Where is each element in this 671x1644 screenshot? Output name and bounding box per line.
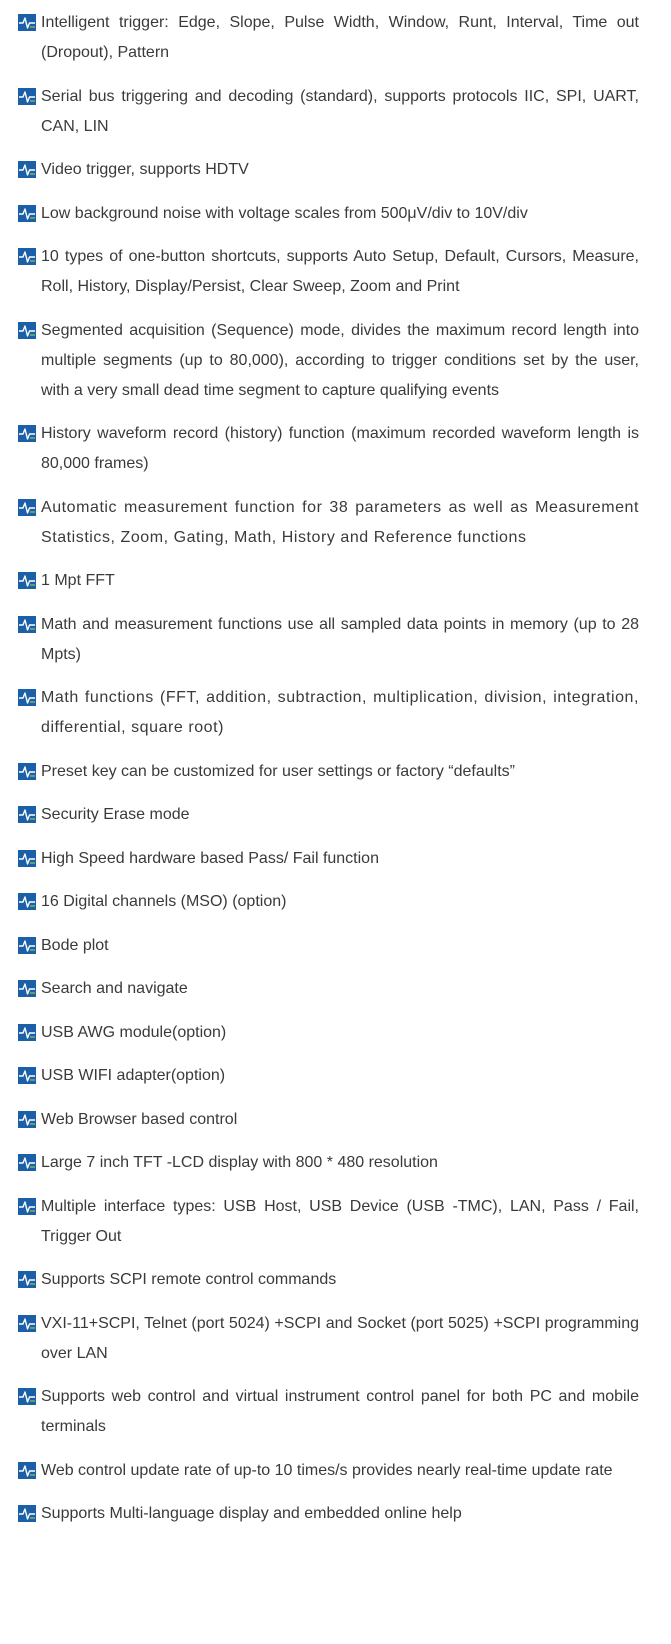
oscilloscope-wave-icon: [18, 14, 36, 31]
feature-item: History waveform record (history) functi…: [18, 419, 639, 479]
oscilloscope-wave-icon: [18, 806, 36, 823]
feature-text: Low background noise with voltage scales…: [41, 204, 528, 222]
feature-item: USB WIFI adapter(option): [18, 1061, 639, 1091]
feature-item: Automatic measurement function for 38 pa…: [18, 493, 639, 553]
feature-item: Low background noise with voltage scales…: [18, 199, 639, 229]
feature-text: Video trigger, supports HDTV: [41, 161, 249, 178]
oscilloscope-wave-icon: [18, 1314, 36, 1332]
feature-text: VXI-11+SCPI, Telnet (port 5024) +SCPI an…: [41, 1314, 639, 1362]
feature-item: Supports web control and virtual instrum…: [18, 1382, 639, 1442]
feature-item: Search and navigate: [18, 974, 639, 1004]
feature-text: USB AWG module(option): [41, 1023, 227, 1041]
feature-text: Security Erase mode: [41, 806, 190, 823]
feature-item: 1 Mpt FFT: [18, 566, 639, 596]
oscilloscope-wave-icon: [18, 1388, 36, 1405]
feature-text: Web Browser based control: [41, 1110, 238, 1128]
oscilloscope-wave-icon: [18, 849, 36, 867]
feature-text: Supports Multi-language display and embe…: [41, 1505, 462, 1522]
feature-text: 1 Mpt FFT: [41, 572, 115, 589]
feature-item: 10 types of one-button shortcuts, suppor…: [18, 242, 639, 302]
feature-text: Intelligent trigger: Edge, Slope, Pulse …: [41, 14, 639, 61]
oscilloscope-wave-icon: [18, 1154, 36, 1171]
feature-text: USB WIFI adapter(option): [41, 1067, 226, 1084]
oscilloscope-wave-icon: [18, 980, 36, 997]
feature-item: Web Browser based control: [18, 1105, 639, 1135]
oscilloscope-wave-icon: [18, 615, 36, 633]
oscilloscope-wave-icon: [18, 762, 36, 780]
feature-item: Large 7 inch TFT -LCD display with 800 *…: [18, 1148, 639, 1178]
oscilloscope-wave-icon: [18, 936, 36, 954]
feature-text: Automatic measurement function for 38 pa…: [41, 498, 639, 546]
oscilloscope-wave-icon: [18, 1271, 36, 1288]
feature-text: Preset key can be customized for user se…: [41, 762, 515, 780]
oscilloscope-wave-icon: [18, 1023, 36, 1041]
feature-item: Math functions (FFT, addition, subtracti…: [18, 683, 639, 743]
oscilloscope-wave-icon: [18, 204, 36, 222]
oscilloscope-wave-icon: [18, 161, 36, 178]
oscilloscope-wave-icon: [18, 498, 36, 516]
feature-item: VXI-11+SCPI, Telnet (port 5024) +SCPI an…: [18, 1309, 639, 1369]
feature-item: Supports Multi-language display and embe…: [18, 1499, 639, 1529]
feature-text: Math and measurement functions use all s…: [41, 615, 639, 663]
oscilloscope-wave-icon: [18, 321, 36, 339]
oscilloscope-wave-icon: [18, 893, 36, 910]
feature-text: 10 types of one-button shortcuts, suppor…: [41, 248, 639, 295]
feature-text: Supports SCPI remote control commands: [41, 1271, 337, 1288]
feature-item: Video trigger, supports HDTV: [18, 155, 639, 185]
feature-text: Math functions (FFT, addition, subtracti…: [41, 689, 639, 736]
oscilloscope-wave-icon: [18, 87, 36, 105]
feature-item: Preset key can be customized for user se…: [18, 757, 639, 787]
feature-text: Supports web control and virtual instrum…: [41, 1388, 639, 1435]
feature-text: Serial bus triggering and decoding (stan…: [41, 87, 639, 135]
oscilloscope-wave-icon: [18, 1461, 36, 1479]
feature-text: Search and navigate: [41, 980, 188, 997]
feature-item: USB AWG module(option): [18, 1018, 639, 1048]
feature-item: Intelligent trigger: Edge, Slope, Pulse …: [18, 8, 639, 68]
oscilloscope-wave-icon: [18, 1197, 36, 1215]
feature-item: High Speed hardware based Pass/ Fail fun…: [18, 844, 639, 874]
feature-item: Segmented acquisition (Sequence) mode, d…: [18, 316, 639, 406]
feature-item: Supports SCPI remote control commands: [18, 1265, 639, 1295]
oscilloscope-wave-icon: [18, 425, 36, 442]
feature-item: Security Erase mode: [18, 800, 639, 830]
oscilloscope-wave-icon: [18, 689, 36, 706]
feature-item: Bode plot: [18, 931, 639, 961]
feature-item: Multiple interface types: USB Host, USB …: [18, 1192, 639, 1252]
feature-item: Web control update rate of up-to 10 time…: [18, 1456, 639, 1486]
oscilloscope-wave-icon: [18, 248, 36, 265]
oscilloscope-wave-icon: [18, 1067, 36, 1084]
feature-text: Segmented acquisition (Sequence) mode, d…: [41, 321, 639, 399]
feature-text: High Speed hardware based Pass/ Fail fun…: [41, 849, 379, 867]
feature-text: 16 Digital channels (MSO) (option): [41, 893, 287, 910]
oscilloscope-wave-icon: [18, 1110, 36, 1128]
oscilloscope-wave-icon: [18, 572, 36, 589]
feature-item: Math and measurement functions use all s…: [18, 610, 639, 670]
feature-item: Serial bus triggering and decoding (stan…: [18, 82, 639, 142]
feature-text: History waveform record (history) functi…: [41, 425, 639, 472]
oscilloscope-wave-icon: [18, 1505, 36, 1522]
feature-list: Intelligent trigger: Edge, Slope, Pulse …: [0, 0, 671, 1529]
feature-item: 16 Digital channels (MSO) (option): [18, 887, 639, 917]
feature-text: Large 7 inch TFT -LCD display with 800 *…: [41, 1154, 438, 1171]
feature-text: Bode plot: [41, 936, 109, 954]
feature-text: Web control update rate of up-to 10 time…: [41, 1461, 613, 1479]
feature-text: Multiple interface types: USB Host, USB …: [41, 1197, 639, 1245]
